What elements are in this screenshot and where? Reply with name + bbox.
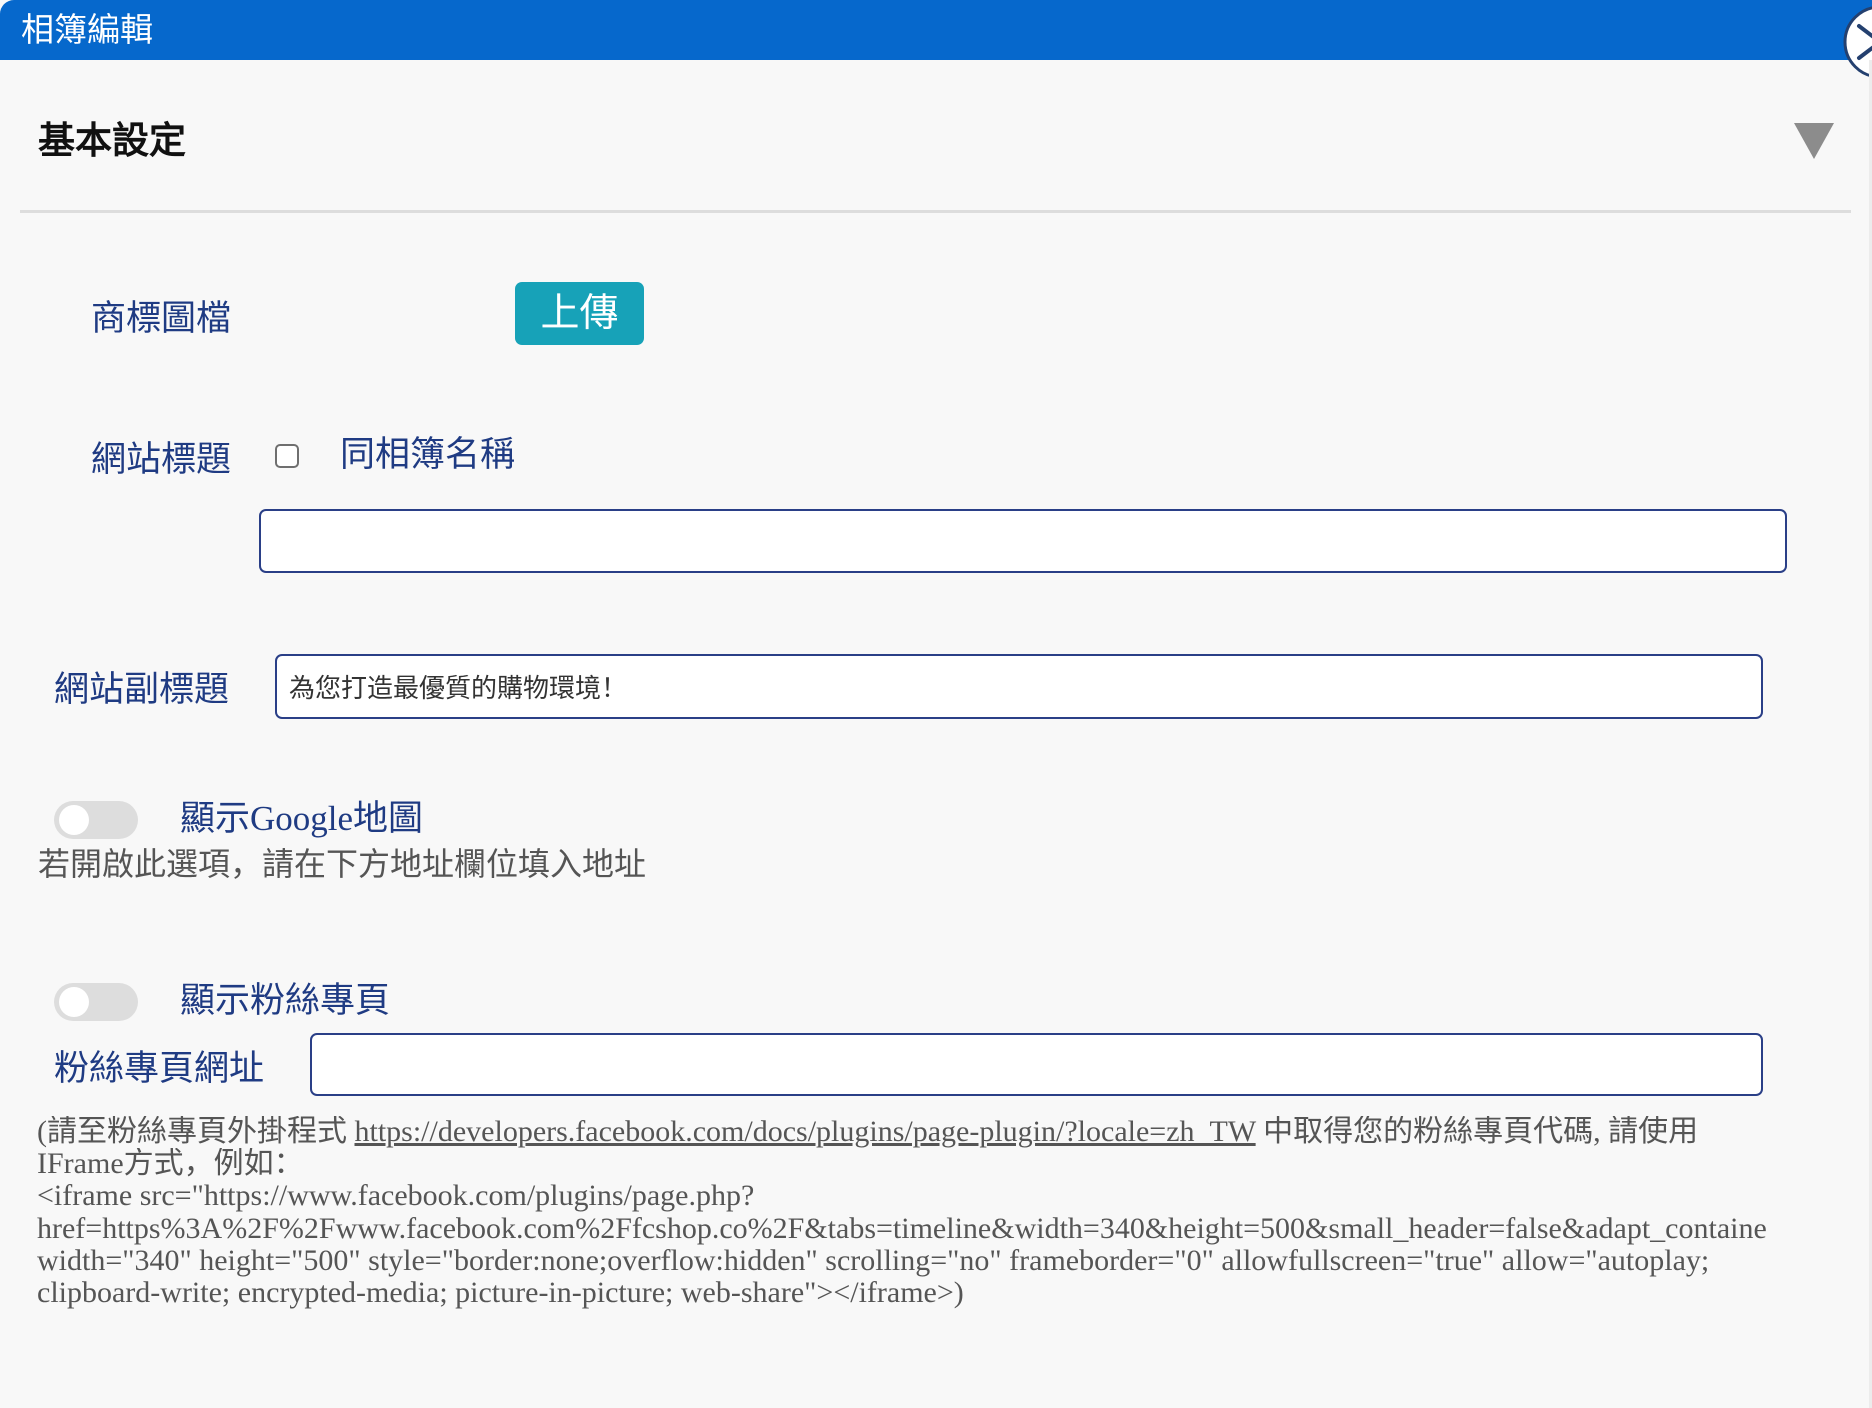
toggle-knob [59, 805, 89, 835]
dialog-title-bar [0, 0, 1872, 60]
section-divider [20, 210, 1851, 213]
help-line: href=https%3A%2F%2Fwww.facebook.com%2Ffc… [37, 1212, 1767, 1245]
help-line: width="340" height="500" style="border:n… [37, 1244, 1710, 1277]
help-line: IFrame方式，例如： [37, 1148, 304, 1181]
upload-button[interactable]: 上傳 [515, 282, 644, 345]
help-line: (請至粉絲專頁外掛程式 https://developers.facebook.… [37, 1116, 1872, 1148]
close-icon [1843, 6, 1872, 78]
fan-page-help-text: (請至粉絲專頁外掛程式 https://developers.facebook.… [37, 1116, 1872, 1309]
help-line: clipboard-write; encrypted-media; pictur… [37, 1276, 964, 1309]
logo-label: 商標圖檔 [91, 299, 232, 339]
google-map-label: 顯示Google地圖 [180, 799, 424, 838]
site-title-label: 網站標題 [91, 440, 232, 480]
fan-page-url-input[interactable] [310, 1033, 1763, 1096]
site-subtitle-input[interactable] [275, 654, 1763, 719]
triangle-down-icon[interactable] [1794, 123, 1834, 159]
site-title-input[interactable] [259, 509, 1787, 573]
page-plugin-link[interactable]: https://developers.facebook.com/docs/plu… [355, 1116, 1256, 1148]
site-subtitle-label: 網站副標題 [54, 670, 230, 710]
help-prefix: (請至粉絲專頁外掛程式 [37, 1116, 355, 1148]
section-title-basic-settings: 基本設定 [38, 119, 186, 162]
help-line: <iframe src="https://www.facebook.com/pl… [37, 1180, 755, 1213]
google-map-hint: 若開啟此選項，請在下方地址欄位填入地址 [38, 845, 647, 883]
same-as-album-label[interactable]: 同相簿名稱 [340, 433, 515, 477]
fan-page-toggle-label: 顯示粉絲專頁 [180, 981, 391, 1020]
fan-page-url-label: 粉絲專頁網址 [54, 1049, 265, 1089]
help-suffix: 中取得您的粉絲專頁代碼, 請使用 [1255, 1116, 1699, 1148]
close-button[interactable] [1842, 0, 1872, 84]
same-as-album-checkbox[interactable] [275, 444, 299, 468]
dialog-title: 相簿編輯 [21, 10, 153, 49]
fan-page-toggle[interactable] [54, 983, 138, 1021]
google-map-toggle[interactable] [54, 801, 138, 839]
toggle-knob [59, 987, 89, 1017]
